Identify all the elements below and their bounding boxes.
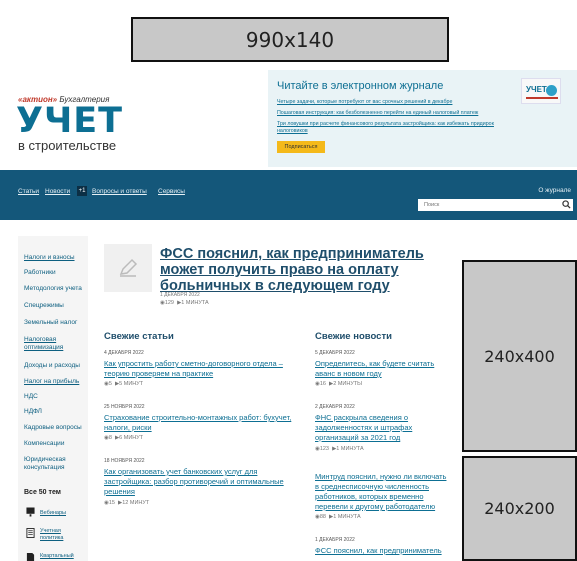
topics-sidebar: Налоги и взносы Работники Методология уч… <box>18 236 88 561</box>
promo-link[interactable]: Пошаговая инструкция: как безболезненно … <box>277 110 478 116</box>
subscribe-button[interactable]: Подписаться <box>277 141 325 153</box>
promo-link[interactable]: Четыре задачи, которые потребуют от вас … <box>277 99 452 105</box>
nav-qa[interactable]: Вопросы и ответы <box>92 188 147 195</box>
search-icon[interactable] <box>562 200 571 209</box>
top-banner-ad[interactable]: 990x140 <box>131 17 449 62</box>
webinar-icon <box>26 507 35 517</box>
article-date: 18 НОЯБРЯ 2022 <box>104 458 145 464</box>
accounting-policy-link[interactable]: Учетная политика <box>40 528 80 542</box>
promo-link[interactable]: налоговиков <box>277 128 308 134</box>
fresh-articles-heading: Свежие статьи <box>104 331 174 342</box>
sidebar-item[interactable]: Компенсации <box>24 440 86 448</box>
nav-about-journal[interactable]: О журнале <box>538 187 571 194</box>
journal-promo: Читайте в электронном журнале Четыре зад… <box>268 70 577 167</box>
search-input[interactable] <box>418 199 573 211</box>
news-date: 2 ДЕКАБРЯ 2022 <box>315 404 355 410</box>
article-meta: ◉8 ▶6 МИНУТ <box>104 435 144 441</box>
sidebar-item[interactable]: Доходы и расходы <box>24 362 86 370</box>
news-link[interactable]: ФСС пояснил, как предприниматель <box>315 546 442 556</box>
policy-icon <box>26 528 35 538</box>
sidebar-item[interactable]: Земельный налог <box>24 319 86 327</box>
all-topics-link[interactable]: Все 50 тем <box>24 489 61 496</box>
nav-services[interactable]: Сервисы <box>158 188 185 195</box>
sidebar-item[interactable]: Налог на прибыль <box>24 378 86 386</box>
nav-articles[interactable]: Статьи <box>18 188 39 195</box>
article-meta: ◉15 ▶12 МИНУТ <box>104 500 150 506</box>
news-meta: ◉88 ▶1 МИНУТА <box>315 514 361 520</box>
news-link[interactable]: ФНС раскрыла сведения о задолженностях и … <box>315 413 412 443</box>
sidebar-item[interactable]: НДФЛ <box>24 408 86 416</box>
fresh-news-heading: Свежие новости <box>315 331 392 342</box>
sidebar-item[interactable]: Налоги и взносы <box>24 254 86 262</box>
featured-meta: ◉129 ▶1 МИНУТА <box>160 300 209 306</box>
sidebar-item[interactable]: Юридическая консультация <box>24 456 86 472</box>
news-count-badge: +1 <box>77 186 87 196</box>
quarterly-link[interactable]: Квартальный <box>40 553 74 560</box>
article-link[interactable]: Как организовать учет банковских услуг д… <box>104 467 284 497</box>
journal-cover[interactable]: УЧЕТ <box>521 78 561 104</box>
right-ad-bottom[interactable]: 240x200 <box>462 456 577 561</box>
site-logo[interactable]: УЧЕТ <box>16 104 123 139</box>
sidebar-item[interactable]: НДС <box>24 393 86 401</box>
journal-cover-badge <box>546 85 557 96</box>
news-meta: ◉16 ▶2 МИНУТЫ <box>315 381 363 387</box>
article-link[interactable]: Страхование строительно-монтажных работ:… <box>104 413 291 433</box>
main-nav: Статьи Новости +1 Вопросы и ответы Серви… <box>0 170 577 220</box>
featured-article-title[interactable]: ФСС пояснил, как предприниматель может п… <box>160 246 450 294</box>
sidebar-item[interactable]: Работники <box>24 269 86 277</box>
sidebar-item[interactable]: Спецрежимы <box>24 302 86 310</box>
promo-link[interactable]: Три ловушки при расчете финансового резу… <box>277 121 494 127</box>
sidebar-item[interactable]: Кадровые вопросы <box>24 424 86 432</box>
article-date: 25 НОЯБРЯ 2022 <box>104 404 145 410</box>
news-date: 1 ДЕКАБРЯ 2022 <box>315 537 355 543</box>
promo-title: Читайте в электронном журнале <box>277 80 444 92</box>
news-link[interactable]: Определитесь, как будете считать аванс в … <box>315 359 434 379</box>
article-meta: ◉5 ▶5 МИНУТ <box>104 381 144 387</box>
news-meta: ◉123 ▶1 МИНУТА <box>315 446 364 452</box>
report-icon <box>26 552 35 561</box>
nav-news[interactable]: Новости <box>45 188 70 195</box>
news-link[interactable]: Минтруд пояснил, нужно ли включать в сред… <box>315 472 446 512</box>
site-logo-subtitle: в строительстве <box>18 138 117 153</box>
news-date: 5 ДЕКАБРЯ 2022 <box>315 350 355 356</box>
sidebar-item[interactable]: Методология учета <box>24 285 86 293</box>
webinars-link[interactable]: Вебинары <box>40 510 66 517</box>
featured-thumbnail[interactable] <box>104 244 152 292</box>
journal-cover-stripe <box>526 97 558 99</box>
article-link[interactable]: Как упростить работу сметно-договорного … <box>104 359 283 379</box>
featured-date: 1 ДЕКАБРЯ 2022 <box>160 292 200 298</box>
article-date: 4 ДЕКАБРЯ 2022 <box>104 350 144 356</box>
right-ad-top[interactable]: 240x400 <box>462 260 577 452</box>
sidebar-item[interactable]: Налоговая оптимизация <box>24 336 86 352</box>
journal-cover-title: УЧЕТ <box>526 85 547 94</box>
pencil-icon <box>119 258 138 277</box>
